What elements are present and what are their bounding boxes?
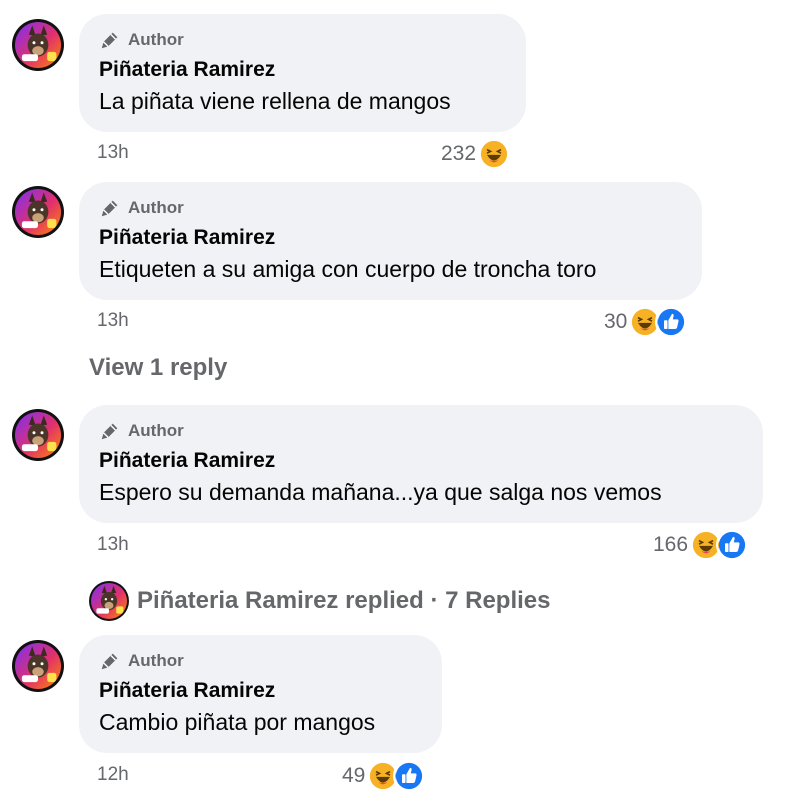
- author-badge: Author: [99, 196, 184, 220]
- commenter-name[interactable]: Piñateria Ramirez: [99, 449, 275, 473]
- pencil-icon: [99, 197, 121, 219]
- commenter-name[interactable]: Piñateria Ramirez: [99, 226, 275, 250]
- view-replies-link[interactable]: View 1 reply: [89, 354, 227, 382]
- comment-timestamp[interactable]: 12h: [97, 764, 129, 786]
- pencil-icon: [99, 29, 121, 51]
- reaction-summary[interactable]: 232: [441, 137, 511, 171]
- pinata-dog-avatar: [96, 585, 124, 614]
- pencil-icon: [99, 650, 121, 672]
- replies-summary-link[interactable]: Piñateria Ramirez replied · 7 Replies: [89, 580, 551, 622]
- comment-bubble[interactable]: Author Piñateria Ramirez Espero su deman…: [79, 405, 763, 523]
- comment-timestamp[interactable]: 13h: [97, 142, 129, 164]
- commenter-name[interactable]: Piñateria Ramirez: [99, 679, 275, 703]
- reaction-summary[interactable]: 49: [342, 759, 426, 793]
- commenter-avatar[interactable]: [12, 409, 64, 461]
- commenter-avatar[interactable]: [12, 19, 64, 71]
- author-badge: Author: [99, 649, 184, 673]
- haha-emoji-icon: [478, 138, 511, 170]
- comment-bubble[interactable]: Author Piñateria Ramirez La piñata viene…: [79, 14, 526, 132]
- pencil-icon: [99, 420, 121, 442]
- comment-timestamp[interactable]: 13h: [97, 310, 129, 332]
- pinata-dog-avatar: [21, 646, 57, 683]
- author-label: Author: [128, 198, 184, 217]
- comment-bubble[interactable]: Author Piñateria Ramirez Cambio piñata p…: [79, 635, 442, 753]
- author-label: Author: [128, 651, 184, 670]
- reaction-summary[interactable]: 166: [653, 528, 749, 562]
- reply-author-avatar: [89, 581, 129, 621]
- commenter-avatar[interactable]: [12, 186, 64, 238]
- author-label: Author: [128, 421, 184, 440]
- author-badge: Author: [99, 419, 184, 443]
- reaction-count: 49: [342, 764, 366, 787]
- like-thumb-icon: [716, 529, 749, 561]
- comment-text: La piñata viene rellena de mangos: [99, 88, 451, 114]
- comment-text: Cambio piñata por mangos: [99, 709, 376, 735]
- reaction-count: 232: [441, 142, 477, 165]
- pinata-dog-avatar: [21, 415, 57, 452]
- pinata-dog-avatar: [21, 192, 57, 229]
- comment-bubble[interactable]: Author Piñateria Ramirez Etiqueten a su …: [79, 182, 702, 300]
- comment-text: Espero su demanda mañana...ya que salga …: [99, 479, 662, 505]
- like-thumb-icon: [655, 306, 688, 338]
- commenter-name[interactable]: Piñateria Ramirez: [99, 58, 275, 82]
- reaction-count: 30: [604, 310, 628, 333]
- like-thumb-icon: [393, 760, 426, 792]
- author-label: Author: [128, 30, 184, 49]
- reaction-summary[interactable]: 30: [604, 305, 688, 339]
- reaction-count: 166: [653, 533, 689, 556]
- comment-timestamp[interactable]: 13h: [97, 534, 129, 556]
- comment-text: Etiqueten a su amiga con cuerpo de tronc…: [99, 256, 597, 282]
- commenter-avatar[interactable]: [12, 640, 64, 692]
- replied-summary-text: Piñateria Ramirez replied · 7 Replies: [137, 587, 551, 614]
- author-badge: Author: [99, 28, 184, 52]
- pinata-dog-avatar: [21, 25, 57, 62]
